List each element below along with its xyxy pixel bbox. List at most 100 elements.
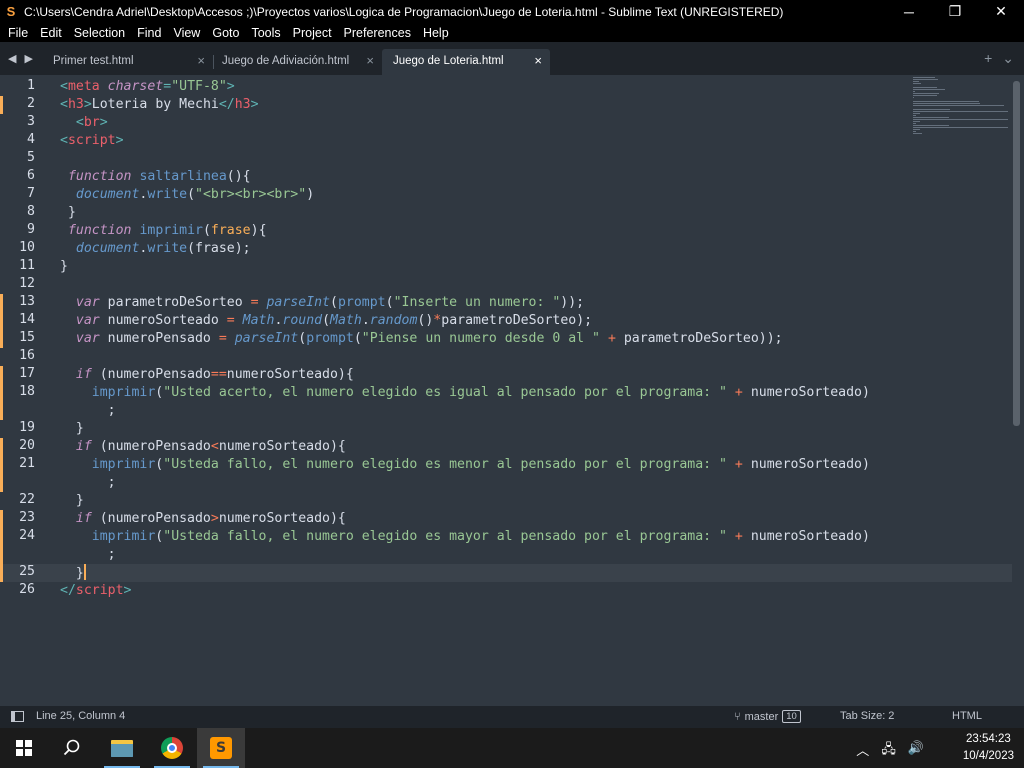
- code-line[interactable]: <br>: [60, 114, 108, 132]
- code-token: +: [734, 457, 743, 472]
- tab-juego-loteria[interactable]: Juego de Loteria.html ×: [382, 49, 550, 75]
- code-line[interactable]: document.write(frase);: [60, 240, 251, 258]
- code-line[interactable]: }: [60, 492, 84, 510]
- code-token: ;: [60, 403, 116, 418]
- code-line[interactable]: }: [60, 204, 76, 222]
- new-tab-icon[interactable]: +: [984, 50, 992, 67]
- code-token: <: [210, 439, 219, 454]
- code-line[interactable]: <script>: [60, 132, 124, 150]
- code-line[interactable]: if (numeroPensado<numeroSorteado){: [60, 438, 346, 456]
- code-token: }: [60, 421, 84, 436]
- tab-prev-icon[interactable]: ◀: [8, 52, 16, 65]
- menu-edit[interactable]: Edit: [34, 26, 68, 40]
- menu-preferences[interactable]: Preferences: [338, 26, 417, 40]
- code-line[interactable]: if (numeroPensado>numeroSorteado){: [60, 510, 346, 528]
- code-line[interactable]: <h3>Loteria by Mechi</h3>: [60, 96, 259, 114]
- taskbar-file-explorer[interactable]: [98, 728, 146, 768]
- code-line[interactable]: var numeroPensado = parseInt(prompt("Pie…: [60, 330, 783, 348]
- code-line[interactable]: imprimir("Usted acerto, el numero elegid…: [60, 384, 870, 402]
- code-line[interactable]: }: [60, 258, 68, 276]
- code-line[interactable]: }: [60, 420, 84, 438]
- minimap-line: [913, 97, 914, 98]
- tab-size-setting[interactable]: Tab Size: 2: [840, 710, 894, 722]
- menu-view[interactable]: View: [167, 26, 206, 40]
- line-number: 21: [19, 456, 35, 471]
- line-number: 14: [19, 312, 35, 327]
- vertical-scrollbar[interactable]: [1013, 81, 1020, 426]
- cursor-position[interactable]: Line 25, Column 4: [36, 710, 125, 722]
- code-token: if: [75, 367, 92, 382]
- menu-goto[interactable]: Goto: [206, 26, 245, 40]
- code-token: parseInt: [266, 295, 331, 310]
- tab-close-icon[interactable]: ×: [366, 53, 374, 68]
- window-title-bar: S C:\Users\Cendra Adriel\Desktop\Accesos…: [0, 0, 1024, 23]
- tab-primer-test[interactable]: Primer test.html ×: [53, 49, 213, 75]
- minimap-line: [913, 111, 1008, 112]
- search-button[interactable]: [48, 728, 96, 768]
- code-token: imprimir: [91, 529, 156, 544]
- text-cursor: [83, 564, 86, 580]
- start-button[interactable]: [0, 728, 48, 768]
- line-number: 2: [27, 96, 35, 111]
- code-line[interactable]: if (numeroPensado==numeroSorteado){: [60, 366, 354, 384]
- line-number: 17: [19, 366, 35, 381]
- code-line[interactable]: var numeroSorteado = Math.round(Math.ran…: [60, 312, 592, 330]
- code-line[interactable]: <meta charset="UTF-8">: [60, 78, 235, 96]
- minimize-button[interactable]: ─: [886, 0, 932, 23]
- tab-juego-adiviacion[interactable]: Juego de Adiviación.html ×: [222, 49, 382, 75]
- code-token: >: [83, 97, 92, 112]
- code-token: (numeroPensado: [91, 367, 211, 382]
- maximize-button[interactable]: ❐: [932, 0, 978, 23]
- taskbar-chrome[interactable]: [148, 728, 196, 768]
- line-number: 1: [27, 78, 35, 93]
- code-token: script: [75, 583, 124, 598]
- code-token: +: [607, 331, 616, 346]
- close-button[interactable]: ✕: [978, 0, 1024, 23]
- menu-find[interactable]: Find: [131, 26, 167, 40]
- code-line[interactable]: </script>: [60, 582, 131, 600]
- code-token: script: [67, 133, 116, 148]
- code-line[interactable]: var parametroDeSorteo = parseInt(prompt(…: [60, 294, 584, 312]
- code-editor[interactable]: 1 2 3 4 5 6 7 8 9 10 11 12 13 14 15 16 17 18 19 20 21 22 23 24 2…: [0, 75, 1024, 706]
- tab-dropdown-icon[interactable]: ⌄: [1002, 50, 1014, 67]
- code-line[interactable]: imprimir("Usteda fallo, el numero elegid…: [60, 528, 870, 546]
- chevron-up-icon[interactable]: ︿: [856, 740, 869, 762]
- tab-next-icon[interactable]: ▶: [24, 52, 32, 65]
- code-line[interactable]: ;: [60, 546, 116, 564]
- menu-selection[interactable]: Selection: [68, 26, 131, 40]
- taskbar-clock[interactable]: 23:54:23 10/4/2023: [963, 731, 1014, 765]
- line-number: 18: [19, 384, 35, 399]
- code-token: numeroSorteado){: [218, 511, 346, 526]
- code-line[interactable]: function imprimir(frase){: [60, 222, 267, 240]
- code-line[interactable]: ;: [60, 474, 116, 492]
- tab-close-icon[interactable]: ×: [534, 53, 542, 68]
- syntax-setting[interactable]: HTML: [952, 710, 982, 722]
- tab-close-icon[interactable]: ×: [197, 53, 205, 68]
- code-line[interactable]: }: [60, 564, 86, 582]
- menu-help[interactable]: Help: [417, 26, 455, 40]
- code-token: frase: [210, 223, 251, 238]
- panel-toggle-icon[interactable]: [11, 711, 24, 722]
- git-status[interactable]: ⑂ master 10: [734, 710, 801, 723]
- code-line[interactable]: document.write("<br><br><br>"): [60, 186, 314, 204]
- code-line[interactable]: ;: [60, 402, 116, 420]
- network-icon[interactable]: 🖧: [881, 740, 896, 762]
- minimap[interactable]: [910, 75, 1010, 135]
- code-line[interactable]: function saltarlinea(){: [60, 168, 251, 186]
- menu-project[interactable]: Project: [287, 26, 338, 40]
- code-token: >: [99, 115, 108, 130]
- code-token: parametroDeSorteo);: [441, 313, 593, 328]
- code-line[interactable]: imprimir("Usteda fallo, el numero elegid…: [60, 456, 870, 474]
- code-token: >: [115, 133, 124, 148]
- code-token: "Usted acerto, el numero elegido es igua…: [163, 385, 727, 400]
- volume-icon[interactable]: 🔊: [908, 740, 924, 762]
- code-token: >: [123, 583, 132, 598]
- taskbar-sublime-text[interactable]: S: [197, 728, 245, 768]
- modified-line-marker: [0, 546, 3, 564]
- code-token: "Inserte un numero: ": [393, 295, 561, 310]
- code-token: numeroSorteado: [99, 313, 227, 328]
- menu-file[interactable]: File: [2, 26, 34, 40]
- menu-tools[interactable]: Tools: [245, 26, 286, 40]
